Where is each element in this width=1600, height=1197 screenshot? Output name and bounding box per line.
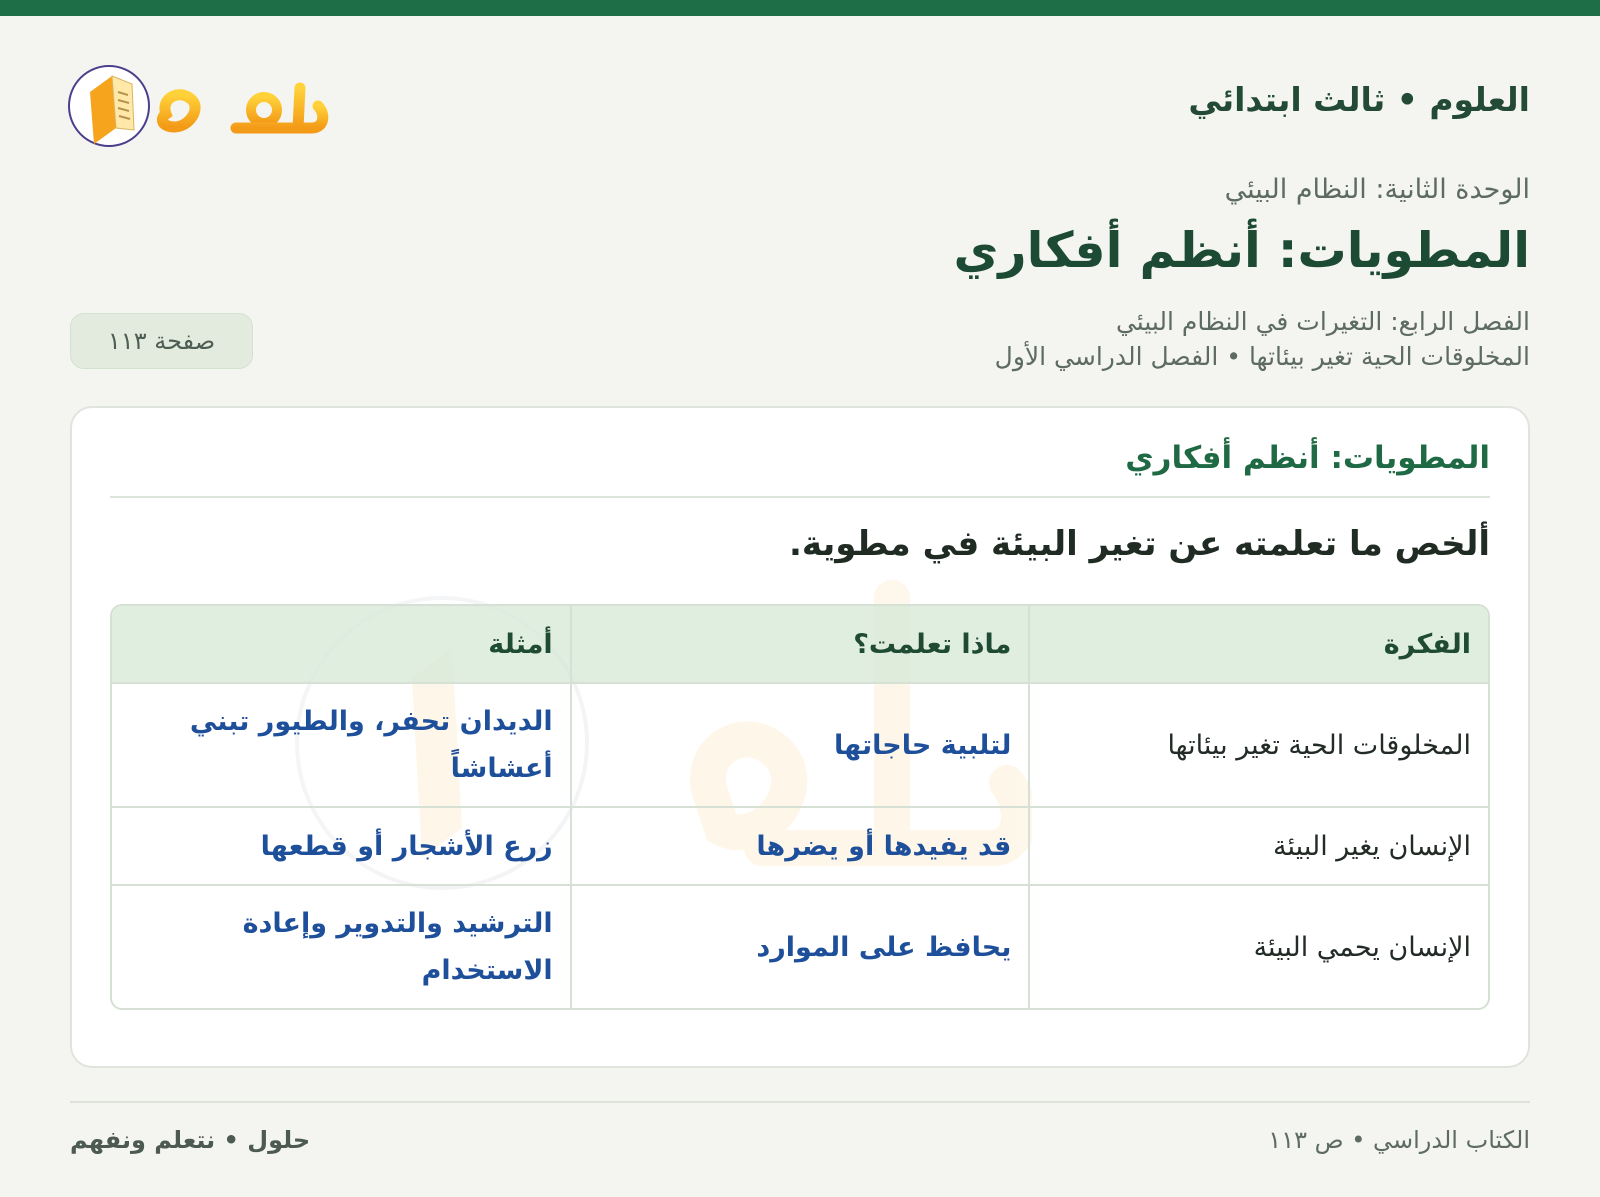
- site-logo[interactable]: [68, 48, 338, 152]
- foldable-card: المطويات: أنظم أفكاري ألخص ما تعلمته عن …: [70, 406, 1530, 1068]
- example-cell: الديدان تحفر، والطيور تبني أعشاشاً: [112, 682, 571, 807]
- column-header-learned: ماذا تعلمت؟: [569, 606, 1030, 683]
- example-cell: زرع الأشجار أو قطعها: [112, 806, 571, 885]
- column-header-idea: الفكرة: [1028, 606, 1488, 683]
- top-accent-bar: [0, 0, 1600, 16]
- unit-label: الوحدة الثانية: النظام البيئي: [1224, 174, 1530, 205]
- table-row: الإنسان يحمي البيئة يحافظ على الموارد ال…: [112, 884, 1488, 1008]
- learned-cell: قد يفيدها أو يضرها: [569, 806, 1030, 885]
- learned-cell: لتلبية حاجاتها: [569, 682, 1030, 807]
- footer-book-reference: الكتاب الدراسي • ص ١١٣: [1268, 1126, 1530, 1154]
- footer-divider: [70, 1101, 1530, 1103]
- page-number-badge: صفحة ١١٣: [70, 313, 253, 369]
- activity-instruction: ألخص ما تعلمته عن تغير البيئة في مطوية.: [788, 524, 1490, 564]
- table-row: الإنسان يغير البيئة قد يفيدها أو يضرها ز…: [112, 806, 1488, 885]
- lesson-title: المطويات: أنظم أفكاري: [953, 222, 1531, 279]
- chapter-label: الفصل الرابع: التغيرات في النظام البيئي: [1115, 307, 1530, 336]
- idea-cell: الإنسان يغير البيئة: [1028, 806, 1488, 885]
- idea-cell: الإنسان يحمي البيئة: [1028, 884, 1488, 1008]
- logo-graphic: [68, 50, 329, 147]
- learned-cell: يحافظ على الموارد: [569, 884, 1030, 1008]
- footer-slogan[interactable]: حلول • نتعلم ونفهم: [70, 1126, 310, 1154]
- foldable-table: الفكرة ماذا تعلمت؟ أمثلة المخلوقات الحية…: [112, 606, 1488, 1008]
- card-divider: [110, 496, 1490, 498]
- table-row: المخلوقات الحية تغير بيئاتها لتلبية حاجا…: [112, 682, 1488, 807]
- card-title: المطويات: أنظم أفكاري: [1125, 440, 1490, 476]
- column-header-examples: أمثلة: [112, 606, 571, 683]
- table-header-row: الفكرة ماذا تعلمت؟ أمثلة: [112, 606, 1488, 683]
- topic-label: المخلوقات الحية تغير بيئاتها • الفصل الد…: [994, 342, 1530, 371]
- subject-grade-title: العلوم • ثالث ابتدائي: [1188, 80, 1530, 119]
- example-cell: الترشيد والتدوير وإعادة الاستخدام: [112, 884, 571, 1008]
- idea-cell: المخلوقات الحية تغير بيئاتها: [1028, 682, 1488, 807]
- foldable-table-wrapper: الفكرة ماذا تعلمت؟ أمثلة المخلوقات الحية…: [110, 604, 1490, 1010]
